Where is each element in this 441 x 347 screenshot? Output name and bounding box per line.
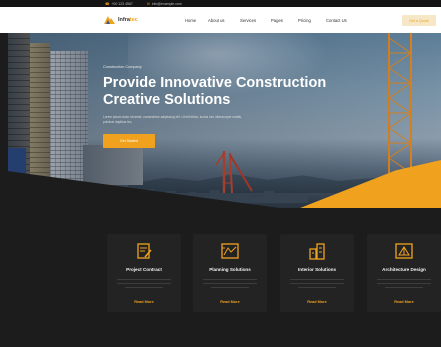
buildings-icon xyxy=(309,243,325,260)
mail-icon: ✉ xyxy=(146,1,150,6)
service-title: Interior Solutions xyxy=(297,267,337,272)
email-text: info@example.com xyxy=(151,1,182,6)
get-quote-button[interactable]: Get a Quote xyxy=(402,15,436,26)
read-more-link[interactable]: Read More xyxy=(193,300,267,304)
service-card-project-contract[interactable]: Project Contract Read More xyxy=(107,234,181,312)
architecture-icon xyxy=(395,243,413,259)
service-description-placeholder xyxy=(377,279,431,291)
logo-icon xyxy=(104,16,115,24)
hero-title: Provide Innovative Construction Creative… xyxy=(103,75,327,108)
phone-info[interactable]: ☎ +00 123 4567 xyxy=(105,2,133,6)
logo-text: Infratec xyxy=(118,17,138,23)
nav-item-pricing[interactable]: Pricing xyxy=(298,18,311,23)
logo[interactable]: Infratec xyxy=(104,15,138,24)
document-pen-icon xyxy=(137,243,152,259)
service-title: Architecture Design xyxy=(382,267,426,272)
phone-icon: ☎ xyxy=(105,1,110,6)
navbar: Infratec Home About us Services Pages Pr… xyxy=(0,7,441,33)
nav-item-pages[interactable]: Pages xyxy=(271,18,283,23)
read-more-link[interactable]: Read More xyxy=(367,300,441,304)
hero-description: Lorem ipsum dolor sit amet, consectetur … xyxy=(103,115,242,124)
phone-text: +00 123 4567 xyxy=(111,1,133,6)
service-title: Planning Solutions xyxy=(209,267,251,272)
service-card-interior-solutions[interactable]: Interior Solutions Read More xyxy=(280,234,354,312)
top-info-bar: ☎ +00 123 4567 ✉ info@example.com xyxy=(0,0,441,7)
blueprint-icon xyxy=(221,243,239,259)
get-started-button[interactable]: Get Started xyxy=(103,134,155,148)
service-description-placeholder xyxy=(203,279,257,291)
service-description-placeholder xyxy=(117,279,171,291)
nav-item-about[interactable]: About us xyxy=(208,18,225,23)
nav-item-home[interactable]: Home xyxy=(185,18,196,23)
logo-suffix: tec xyxy=(129,16,138,23)
nav-item-services[interactable]: Services xyxy=(240,18,256,23)
service-description-placeholder xyxy=(290,279,344,291)
logo-prefix: Infra xyxy=(118,16,130,23)
service-title: Project Contract xyxy=(126,267,162,272)
read-more-link[interactable]: Read More xyxy=(107,300,181,304)
read-more-link[interactable]: Read More xyxy=(280,300,354,304)
email-info[interactable]: ✉ info@example.com xyxy=(147,2,182,6)
service-card-planning-solutions[interactable]: Planning Solutions Read More xyxy=(193,234,267,312)
service-card-architecture-design[interactable]: Architecture Design Read More xyxy=(367,234,441,312)
hero-kicker: Construction Company xyxy=(103,65,142,69)
nav-item-contact[interactable]: Contact Us xyxy=(326,18,347,23)
page: ☎ +00 123 4567 ✉ info@example.com Infratec… xyxy=(0,0,441,347)
